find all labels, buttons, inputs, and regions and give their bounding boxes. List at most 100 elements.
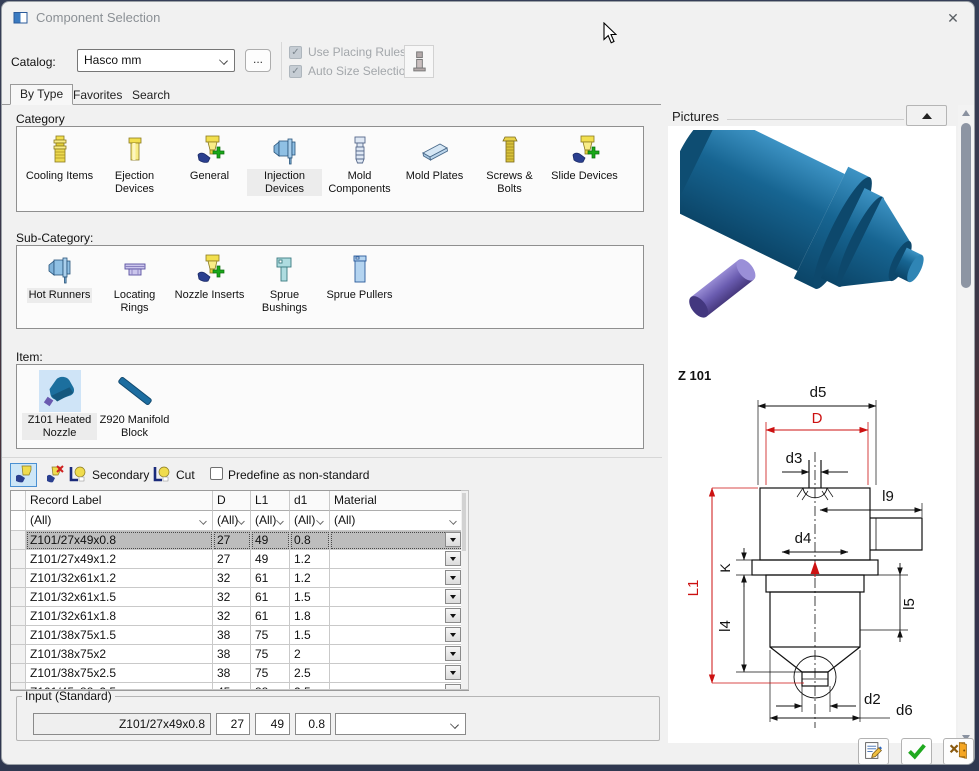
category-item[interactable]: Injection Devices — [247, 132, 322, 196]
cell-record: Z101/32x61x1.5 — [26, 588, 213, 607]
filter-d[interactable]: (All) — [213, 511, 251, 531]
material-dropdown-button[interactable] — [445, 627, 461, 642]
material-dropdown-button[interactable] — [445, 551, 461, 566]
cell-material — [330, 626, 462, 645]
col-d[interactable]: D — [213, 491, 251, 511]
exit-button[interactable] — [943, 738, 974, 765]
category-item[interactable]: Mold Components — [322, 132, 397, 196]
subcategory-item-label: Hot Runners — [27, 288, 93, 303]
cooling-items-icon — [42, 132, 78, 168]
input-record-field[interactable]: Z101/27x49x0.8 — [33, 713, 211, 735]
material-dropdown-button[interactable] — [445, 646, 461, 661]
item-entry[interactable]: Z920 Manifold Block — [97, 370, 172, 440]
cell-material — [330, 569, 462, 588]
cell-d: 27 — [213, 531, 251, 550]
category-item-label: Injection Devices — [247, 169, 322, 196]
close-button[interactable]: ✕ — [942, 8, 964, 28]
ok-button[interactable] — [901, 738, 932, 765]
use-placing-rules-checkbox[interactable]: ✓ Use Placing Rules — [289, 45, 406, 59]
input-standard-group: Input (Standard) Z101/27x49x0.8 27 49 0.… — [16, 689, 660, 741]
pictures-label: Pictures — [672, 109, 719, 124]
filter-record[interactable]: (All) — [26, 511, 213, 531]
cell-record: Z101/32x61x1.2 — [26, 569, 213, 588]
table-row[interactable]: Z101/27x49x1.2 27 49 1.2 — [11, 550, 468, 569]
table-scrollbar-thumb[interactable] — [462, 493, 466, 551]
mold-components-icon — [342, 132, 378, 168]
input-material-select[interactable] — [335, 713, 466, 735]
predefine-checkbox[interactable] — [210, 467, 223, 480]
category-item[interactable]: General — [172, 132, 247, 184]
input-l1-field[interactable]: 49 — [255, 713, 290, 735]
table-row[interactable]: Z101/38x75x2 38 75 2 — [11, 645, 468, 664]
window-title: Component Selection — [36, 10, 160, 25]
filter-material[interactable]: (All) — [330, 511, 462, 531]
subcategory-item[interactable]: Sprue Pullers — [322, 251, 397, 303]
table-row[interactable]: Z101/32x61x1.5 32 61 1.5 — [11, 588, 468, 607]
col-d1[interactable]: d1 — [290, 491, 330, 511]
col-material[interactable]: Material — [330, 491, 462, 511]
table-row[interactable]: Z101/32x61x1.8 32 61 1.8 — [11, 607, 468, 626]
component-selection-dialog: Component Selection ✕ Catalog: Hasco mm … — [1, 1, 975, 765]
place-component-icon — [14, 464, 34, 487]
cell-l1: 61 — [251, 569, 290, 588]
cut-label: Cut — [176, 468, 195, 482]
category-item[interactable]: Mold Plates — [397, 132, 472, 184]
material-dropdown-button[interactable] — [445, 608, 461, 623]
info-icon — [410, 50, 429, 74]
place-component-button[interactable] — [10, 463, 37, 487]
col-l1[interactable]: L1 — [251, 491, 290, 511]
subcategory-item[interactable]: Hot Runners — [22, 251, 97, 303]
collapse-pictures-button[interactable] — [906, 105, 947, 126]
category-item[interactable]: Screws & Bolts — [472, 132, 547, 196]
tab-search[interactable]: Search — [123, 86, 179, 105]
catalog-browse-button[interactable]: ... — [245, 49, 271, 72]
cell-d: 38 — [213, 626, 251, 645]
filter-d1[interactable]: (All) — [290, 511, 330, 531]
dim-d4: d4 — [795, 530, 812, 547]
scrollbar-thumb[interactable] — [961, 123, 971, 288]
table-scrollbar[interactable] — [461, 490, 469, 690]
info-button[interactable] — [404, 45, 434, 78]
cell-d1: 1.5 — [290, 588, 330, 607]
table-row[interactable]: Z101/32x61x1.2 32 61 1.2 — [11, 569, 468, 588]
category-item[interactable]: Cooling Items — [22, 132, 97, 184]
item-entry-label: Z101 Heated Nozzle — [22, 413, 97, 440]
subcategory-item[interactable]: Sprue Bushings — [247, 251, 322, 315]
cell-d1: 1.8 — [290, 607, 330, 626]
material-dropdown-button[interactable] — [445, 665, 461, 680]
checkbox-checked-icon: ✓ — [289, 46, 302, 59]
pictures-scrollbar[interactable] — [958, 105, 974, 746]
catalog-select[interactable]: Hasco mm — [77, 49, 235, 72]
category-item[interactable]: Ejection Devices — [97, 132, 172, 196]
col-record-label[interactable]: Record Label — [26, 491, 213, 511]
auto-size-selection-checkbox[interactable]: ✓ Auto Size Selection — [289, 64, 412, 78]
item-entry-label: Z920 Manifold Block — [97, 413, 172, 440]
dim-K: K — [717, 563, 733, 573]
input-d-field[interactable]: 27 — [216, 713, 250, 735]
subcategory-item-label: Nozzle Inserts — [173, 288, 247, 303]
cut-button[interactable]: Cut — [152, 463, 195, 487]
subcategory-item[interactable]: Locating Rings — [97, 251, 172, 315]
material-dropdown-button[interactable] — [445, 570, 461, 585]
properties-icon — [863, 740, 884, 764]
table-row[interactable]: Z101/38x75x2.5 38 75 2.5 — [11, 664, 468, 683]
item-entry[interactable]: Z101 Heated Nozzle — [22, 370, 97, 440]
category-item[interactable]: Slide Devices — [547, 132, 622, 184]
material-dropdown-button[interactable] — [445, 532, 461, 547]
cell-material — [330, 645, 462, 664]
scroll-up-icon[interactable] — [962, 110, 970, 116]
properties-button[interactable] — [858, 738, 889, 765]
subcategory-item[interactable]: Nozzle Inserts — [172, 251, 247, 303]
tab-favorites[interactable]: Favorites — [64, 86, 131, 105]
z101-item-icon — [39, 370, 81, 412]
material-dropdown-button[interactable] — [445, 589, 461, 604]
secondary-button[interactable]: Secondary — [68, 463, 149, 487]
locating-rings-icon — [117, 251, 153, 287]
table-row[interactable]: Z101/38x75x1.5 38 75 1.5 — [11, 626, 468, 645]
cell-record: Z101/27x49x1.2 — [26, 550, 213, 569]
cell-l1: 75 — [251, 645, 290, 664]
table-row[interactable]: Z101/27x49x0.8 27 49 0.8 — [11, 531, 468, 550]
filter-l1[interactable]: (All) — [251, 511, 290, 531]
remove-component-button[interactable] — [41, 463, 68, 487]
input-d1-field[interactable]: 0.8 — [295, 713, 331, 735]
